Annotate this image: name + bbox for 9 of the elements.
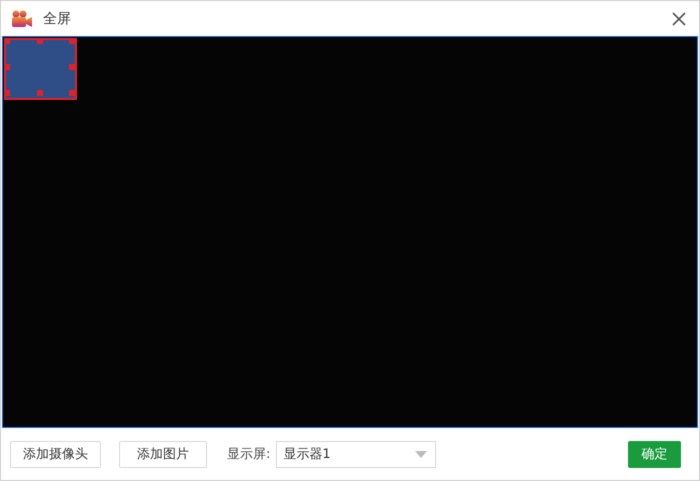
confirm-button[interactable]: 确定 — [628, 440, 681, 468]
add-button[interactable]: 添加图片 — [119, 440, 207, 468]
display-select[interactable]: 显示器1 — [276, 440, 436, 468]
display-label: 显示屏: — [227, 446, 270, 463]
close-icon — [671, 10, 687, 26]
add-button[interactable]: 添加摄像头 — [10, 440, 101, 468]
caret-icon — [415, 450, 428, 458]
video-camera-icon — [11, 10, 33, 28]
window-title: 全屏 — [43, 10, 72, 28]
